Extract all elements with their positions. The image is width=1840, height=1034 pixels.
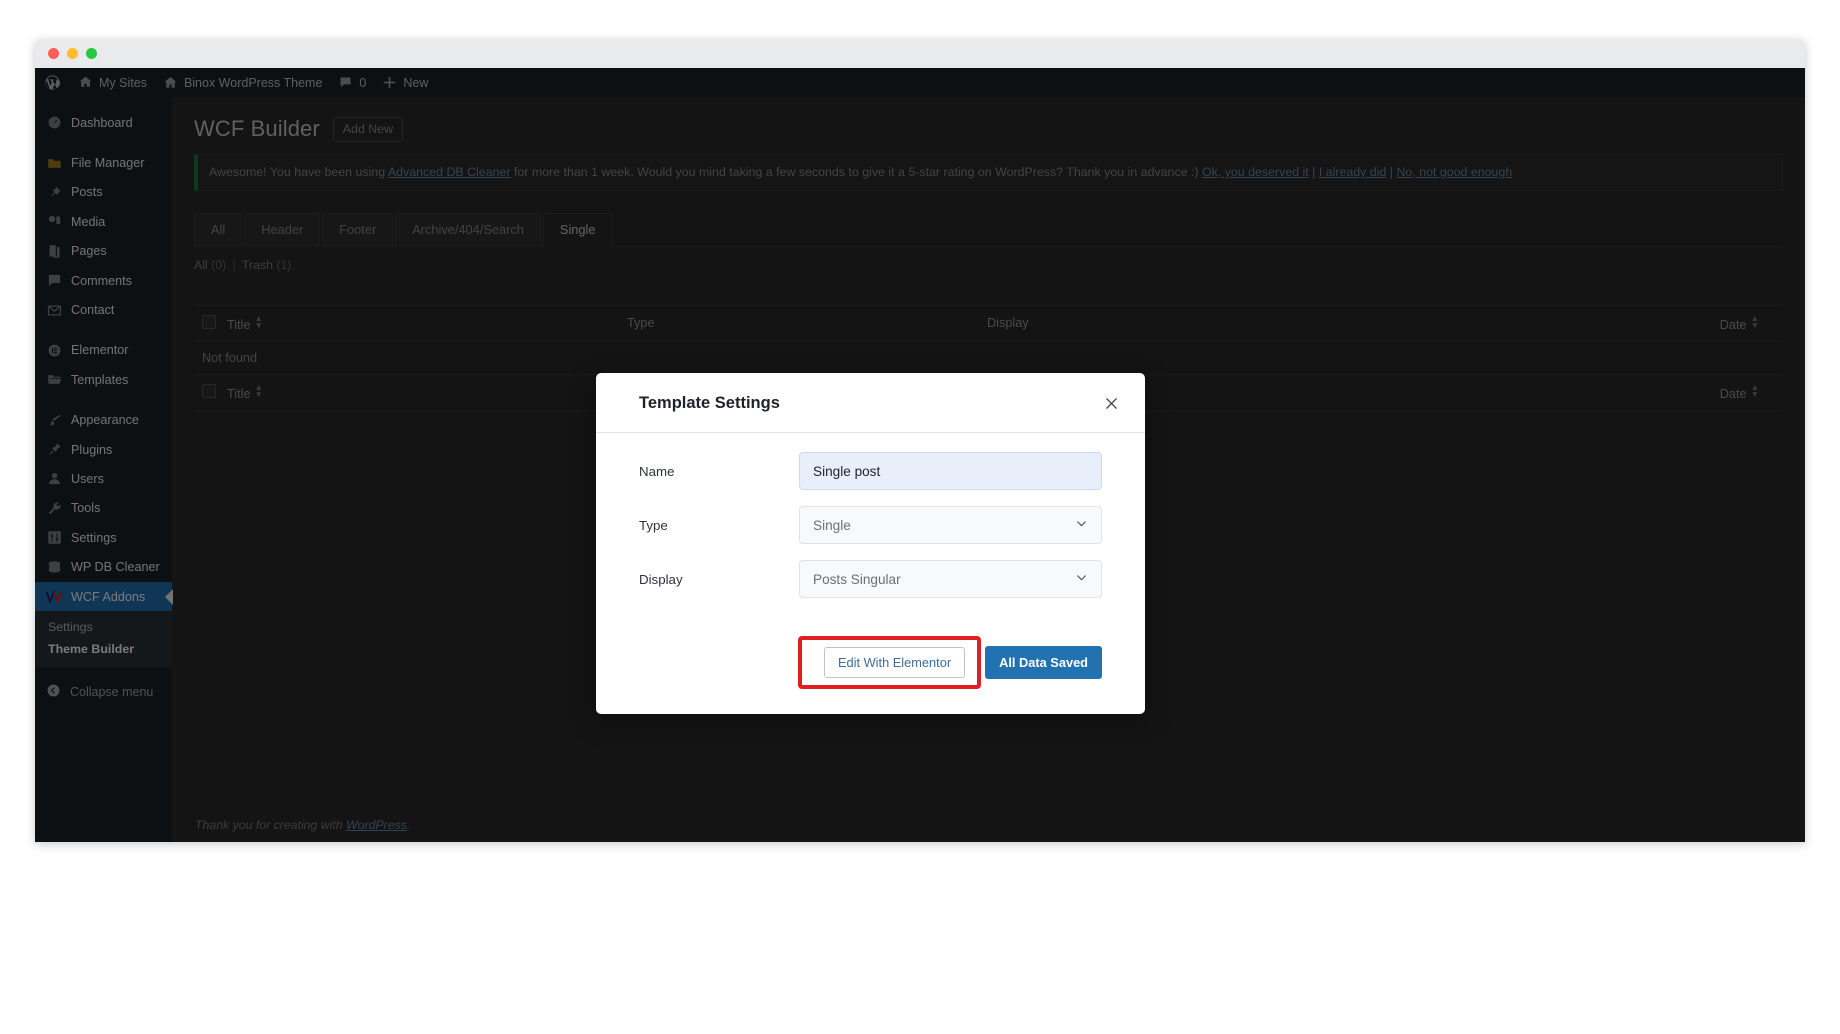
name-field-wrap (799, 452, 1102, 490)
wordpress-admin-viewport: My Sites Binox WordPress Theme 0 New (35, 68, 1805, 842)
modal-actions: Edit With Elementor All Data Saved (596, 622, 1145, 714)
chevron-down-icon (1075, 571, 1088, 587)
template-name-input[interactable] (799, 452, 1102, 490)
close-icon[interactable] (1098, 390, 1124, 416)
label-name: Name (639, 463, 675, 479)
edit-elementor-highlight: Edit With Elementor (798, 636, 982, 689)
window-maximize-button[interactable] (86, 48, 97, 59)
chevron-down-icon (1075, 517, 1088, 533)
window-titlebar (35, 39, 1805, 68)
display-field-wrap: Posts Singular (799, 560, 1102, 598)
form-row-type: Type Single (639, 506, 1102, 544)
modal-header: Template Settings (596, 373, 1145, 433)
template-settings-modal: Template Settings Name Type Single (596, 373, 1145, 714)
edit-with-elementor-button[interactable]: Edit With Elementor (824, 647, 966, 678)
all-data-saved-button[interactable]: All Data Saved (985, 646, 1102, 679)
window-minimize-button[interactable] (67, 48, 78, 59)
modal-body: Name Type Single (596, 433, 1145, 622)
form-row-display: Display Posts Singular (639, 560, 1102, 598)
modal-title: Template Settings (639, 393, 780, 412)
display-select-value: Posts Singular (813, 571, 901, 587)
label-type: Type (639, 517, 668, 533)
form-row-name: Name (639, 452, 1102, 490)
display-select[interactable]: Posts Singular (799, 560, 1102, 598)
browser-window: My Sites Binox WordPress Theme 0 New (35, 39, 1805, 842)
type-field-wrap: Single (799, 506, 1102, 544)
type-select[interactable]: Single (799, 506, 1102, 544)
label-display: Display (639, 571, 683, 587)
type-select-value: Single (813, 517, 851, 533)
window-close-button[interactable] (48, 48, 59, 59)
